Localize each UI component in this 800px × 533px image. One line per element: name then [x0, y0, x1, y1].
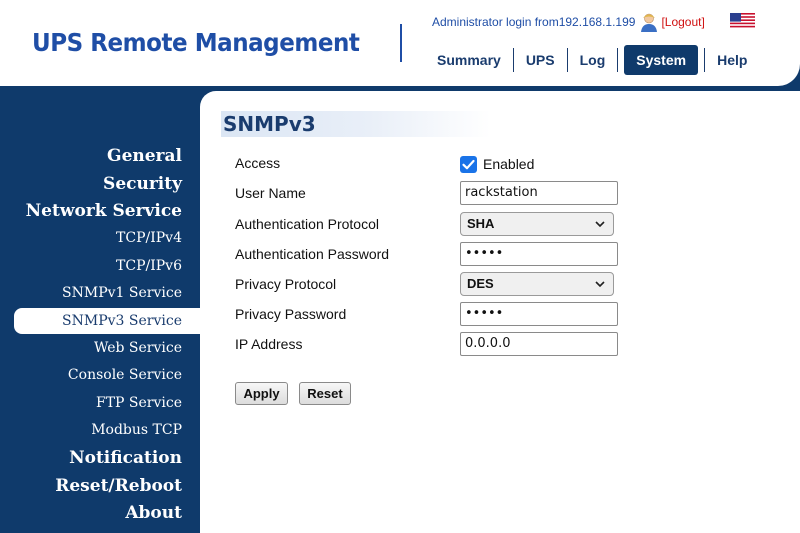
sidebar-item-snmpv3-service[interactable]: SNMPv3 Service [14, 308, 200, 334]
user-name-input[interactable]: rackstation [460, 181, 618, 205]
sidebar-item-tcp-ipv4[interactable]: TCP/IPv4 [116, 230, 182, 246]
logout-link[interactable]: [Logout] [661, 15, 704, 29]
auth-protocol-select[interactable]: SHA [460, 212, 614, 236]
login-text: Administrator login from192.168.1.199 [432, 15, 636, 29]
us-flag-icon[interactable] [730, 13, 755, 29]
ip-address-input[interactable]: 0.0.0.0 [460, 332, 618, 356]
auth-protocol-value: SHA [467, 216, 495, 231]
privacy-protocol-label: Privacy Protocol [235, 276, 337, 292]
sidebar-item-notification[interactable]: Notification [69, 448, 182, 468]
privacy-password-input[interactable]: ••••• [460, 302, 618, 326]
privacy-password-label: Privacy Password [235, 306, 347, 322]
access-enabled-label: Enabled [483, 156, 535, 172]
chevron-down-icon [595, 221, 605, 228]
ip-address-label: IP Address [235, 336, 303, 352]
sidebar-item-console-service[interactable]: Console Service [68, 367, 182, 383]
brand-title: UPS Remote Management [32, 28, 360, 57]
sidebar-item-modbus-tcp[interactable]: Modbus TCP [91, 422, 182, 438]
header-divider [400, 24, 402, 62]
auth-protocol-label: Authentication Protocol [235, 216, 379, 232]
header: UPS Remote Management Administrator logi… [0, 0, 800, 86]
apply-button[interactable]: Apply [235, 382, 288, 405]
sidebar-item-general[interactable]: General [107, 146, 182, 166]
sidebar-item-web-service[interactable]: Web Service [94, 340, 182, 356]
sidebar-item-reset-reboot[interactable]: Reset/Reboot [55, 476, 182, 496]
page-title: SNMPv3 [221, 111, 491, 137]
user-icon [641, 13, 658, 32]
chevron-down-icon [595, 281, 605, 288]
sidebar-item-security[interactable]: Security [103, 174, 182, 194]
login-status: Administrator login from192.168.1.199 [L… [432, 12, 705, 32]
auth-password-input[interactable]: ••••• [460, 242, 618, 266]
checkmark-icon [462, 159, 475, 170]
main-content: SNMPv3 Access Enabled User Name rackstat… [200, 91, 800, 533]
sidebar-item-snmpv1-service[interactable]: SNMPv1 Service [62, 285, 182, 301]
privacy-protocol-value: DES [467, 276, 494, 291]
nav-system[interactable]: System [624, 45, 699, 75]
nav-log[interactable]: Log [568, 49, 618, 71]
sidebar-item-about[interactable]: About [125, 503, 182, 523]
sidebar-item-ftp-service[interactable]: FTP Service [96, 395, 182, 411]
privacy-protocol-select[interactable]: DES [460, 272, 614, 296]
user-name-label: User Name [235, 185, 306, 201]
main-nav: Summary UPS Log System Help [425, 44, 759, 76]
nav-ups[interactable]: UPS [514, 49, 567, 71]
access-checkbox[interactable] [460, 156, 477, 173]
nav-summary[interactable]: Summary [425, 49, 513, 71]
reset-button[interactable]: Reset [299, 382, 351, 405]
auth-password-label: Authentication Password [235, 246, 390, 262]
sidebar-item-tcp-ipv6[interactable]: TCP/IPv6 [116, 258, 182, 274]
access-label: Access [235, 155, 281, 171]
sidebar: General Security Network Service TCP/IPv… [0, 86, 200, 533]
nav-help[interactable]: Help [705, 49, 759, 71]
nav-divider [617, 48, 619, 72]
sidebar-item-network-service[interactable]: Network Service [26, 201, 182, 221]
